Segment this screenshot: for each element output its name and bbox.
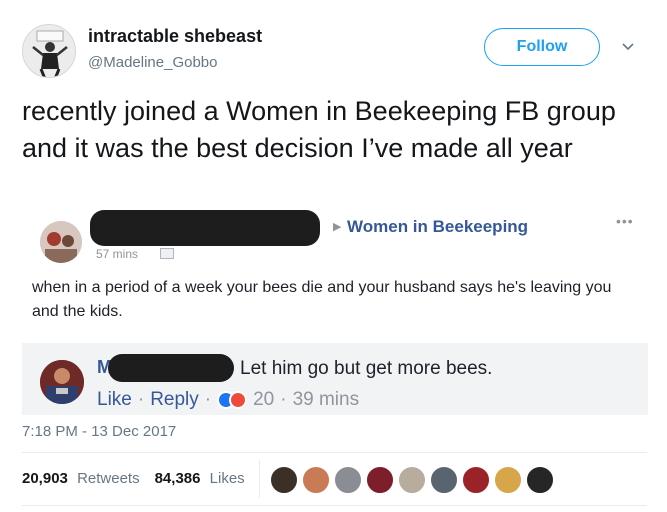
liker-avatar[interactable] — [270, 466, 298, 494]
tweet-stats: 20,903 Retweets 84,386 Likes — [22, 470, 260, 487]
likes-count: 84,386 — [154, 470, 201, 487]
liker-avatars — [270, 466, 558, 494]
author-avatar[interactable] — [22, 24, 76, 78]
redacted-poster-name — [90, 210, 320, 246]
chevron-down-icon[interactable] — [620, 38, 636, 54]
comment-age: 39 mins — [292, 389, 360, 410]
commenter-avatar — [40, 360, 84, 404]
comment-reply-link[interactable]: Reply — [150, 389, 199, 411]
retweets-stat[interactable]: 20,903 Retweets — [22, 470, 140, 487]
liker-avatar[interactable] — [334, 466, 362, 494]
author-display-name[interactable]: intractable shebeast — [88, 26, 262, 47]
liker-avatar[interactable] — [302, 466, 330, 494]
love-reaction-icon — [229, 391, 248, 409]
separator-dot: · — [204, 389, 212, 410]
follow-button[interactable]: Follow — [484, 28, 600, 66]
divider — [22, 452, 647, 453]
commenter-photo-icon — [40, 360, 84, 404]
arrow-right-icon: ▶ — [333, 221, 342, 233]
liker-avatar[interactable] — [526, 466, 554, 494]
stats-separator — [259, 460, 260, 498]
reactions-icon — [217, 390, 249, 410]
author-handle[interactable]: @Madeline_Gobbo — [88, 54, 217, 71]
more-options-icon[interactable]: ••• — [616, 213, 634, 229]
comment-text: Let him go but get more bees. — [240, 358, 493, 379]
likes-stat[interactable]: 84,386 Likes — [155, 470, 245, 487]
post-time: 57 mins — [96, 247, 139, 261]
divider — [22, 505, 647, 506]
tweet-text: recently joined a Women in Beekeeping FB… — [22, 96, 616, 163]
avatar-figure-icon — [23, 25, 75, 77]
tweet-header: intractable shebeast @Madeline_Gobbo Fol… — [22, 20, 647, 78]
privacy-icon — [160, 248, 174, 259]
retweets-count: 20,903 — [22, 470, 68, 487]
embedded-screenshot[interactable]: ▶ Women in Beekeeping ••• 57 mins when i… — [22, 203, 648, 428]
liker-avatar[interactable] — [462, 466, 490, 494]
reaction-count: 20 — [253, 389, 275, 410]
poster-photo-icon — [40, 221, 82, 263]
comment-like-link[interactable]: Like — [97, 389, 132, 411]
post-body: when in a period of a week your bees die… — [32, 279, 612, 320]
group-name-link[interactable]: Women in Beekeeping — [347, 217, 528, 237]
retweets-label: Retweets — [77, 470, 140, 487]
separator-dot: · — [280, 389, 287, 410]
liker-avatar[interactable] — [366, 466, 394, 494]
liker-avatar[interactable] — [494, 466, 522, 494]
comment-actions: Like · Reply · 20 · 39 mins — [97, 389, 359, 411]
facebook-comment: M Let him go but get more bees. Like · R… — [22, 343, 648, 415]
redacted-commenter-name — [108, 354, 234, 382]
liker-avatar[interactable] — [430, 466, 458, 494]
tweet-timestamp[interactable]: 7:18 PM - 13 Dec 2017 — [22, 423, 176, 440]
facebook-post: ▶ Women in Beekeeping ••• 57 mins when i… — [22, 203, 648, 343]
liker-avatar[interactable] — [398, 466, 426, 494]
separator-dot: · — [137, 389, 145, 410]
poster-avatar — [40, 221, 82, 263]
likes-label: Likes — [209, 470, 245, 487]
